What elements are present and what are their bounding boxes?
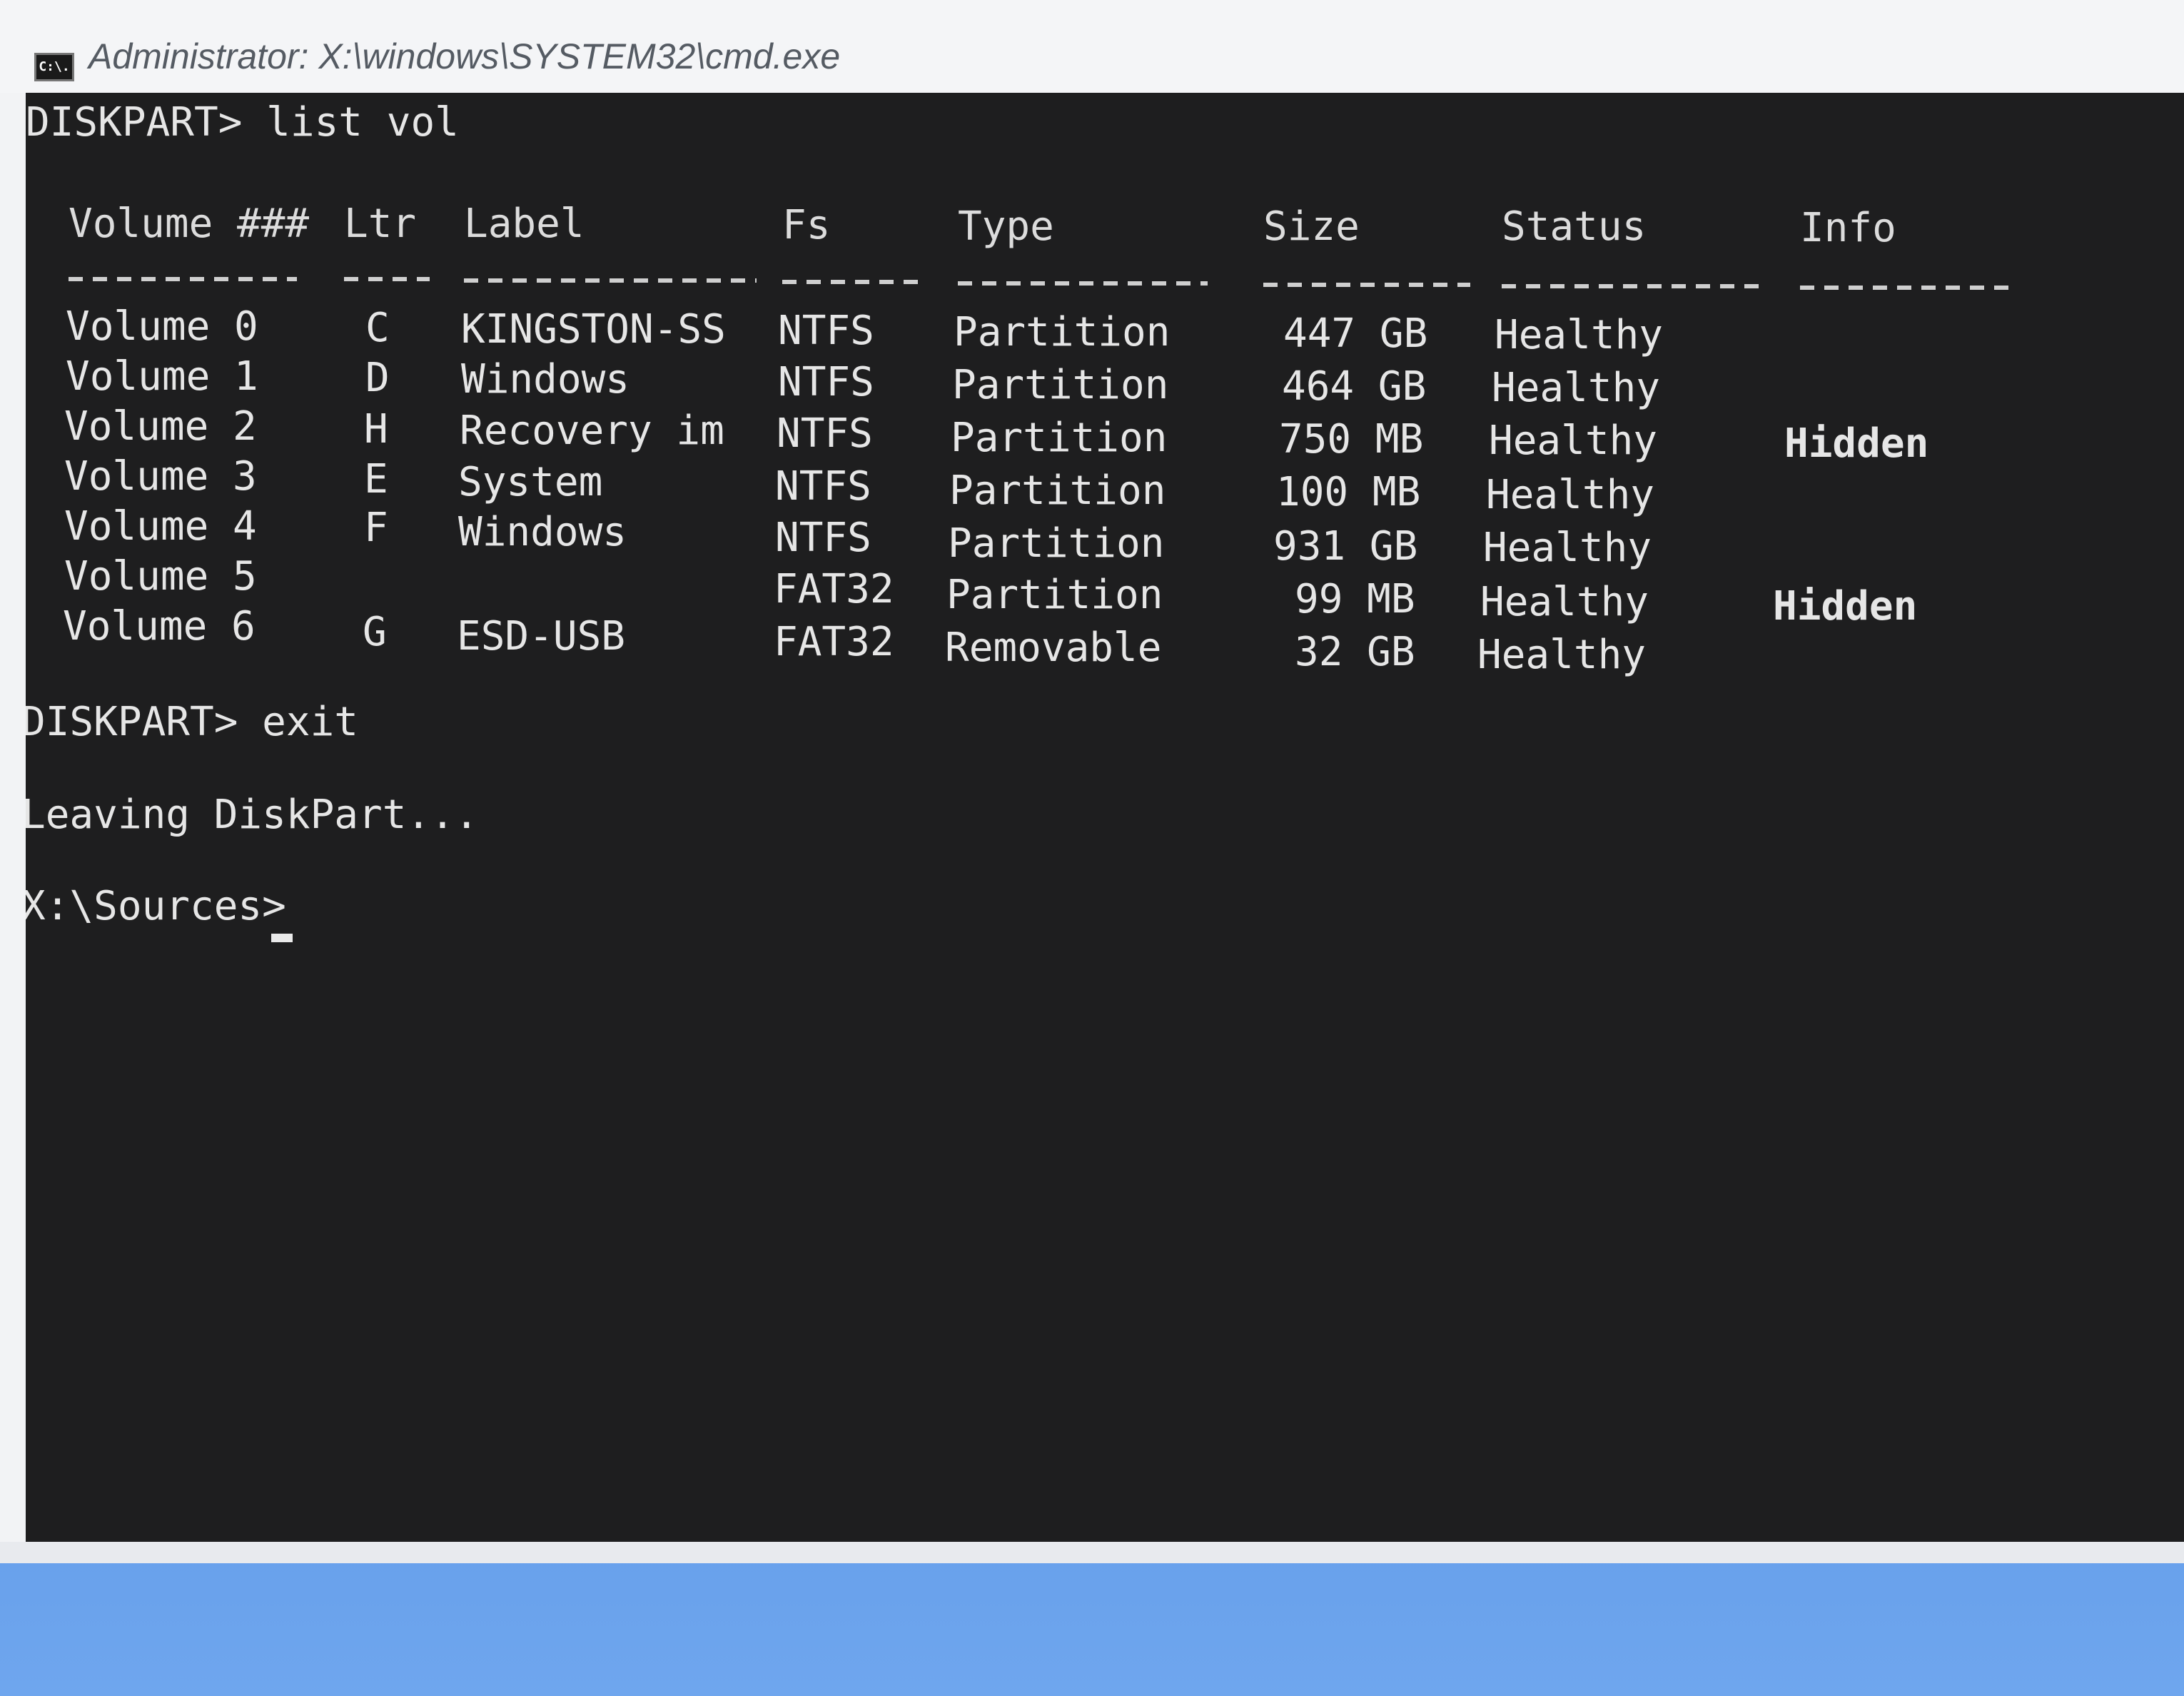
row6-type: Removable <box>945 625 1162 671</box>
row2-status: Healthy <box>1489 418 1658 464</box>
separator-status <box>1502 284 1766 288</box>
title-bar[interactable]: C:\. Administrator: X:\windows\SYSTEM32\… <box>0 0 2184 93</box>
row4-status: Healthy <box>1483 525 1652 571</box>
separator-volume <box>69 277 297 281</box>
row2-ltr: H <box>364 406 388 453</box>
header-status: Status <box>1502 203 1647 250</box>
separator-type <box>958 281 1208 286</box>
row6-status: Healthy <box>1477 632 1647 678</box>
row0-volume: Volume 0 <box>66 303 258 350</box>
console-output[interactable]: DISKPART> list vol Volume ### Ltr Label … <box>26 93 2184 1542</box>
row4-fs: NTFS <box>775 515 871 561</box>
row6-ltr: G <box>363 609 387 655</box>
screen: C:\. Administrator: X:\windows\SYSTEM32\… <box>0 0 2184 1696</box>
separator-label <box>464 278 757 283</box>
row0-ltr: C <box>365 305 390 351</box>
separator-ltr <box>344 277 430 281</box>
row3-label: System <box>458 459 603 505</box>
row0-status: Healthy <box>1495 312 1664 358</box>
row1-type: Partition <box>952 362 1169 408</box>
row0-label: KINGSTON-SS <box>461 306 726 353</box>
row6-size: 32 GB <box>1295 629 1415 675</box>
header-fs: Fs <box>782 202 831 248</box>
row5-type: Partition <box>946 572 1163 618</box>
header-type: Type <box>958 203 1054 250</box>
row3-ltr: E <box>364 456 388 503</box>
row1-size: 464 GB <box>1282 363 1427 410</box>
row5-volume: Volume 5 <box>64 553 257 600</box>
prompt: X:\Sources> <box>26 883 286 929</box>
row4-volume: Volume 4 <box>64 503 257 550</box>
header-label: Label <box>464 201 585 247</box>
row1-label: Windows <box>461 356 630 403</box>
header-ltr: Ltr <box>344 201 417 247</box>
row2-volume: Volume 2 <box>64 403 257 450</box>
command-list-vol: DISKPART> list vol <box>26 99 459 146</box>
separator-info <box>1800 286 2014 290</box>
row3-volume: Volume 3 <box>64 453 257 500</box>
row3-type: Partition <box>949 468 1166 514</box>
row5-fs: FAT32 <box>774 566 894 612</box>
row4-type: Partition <box>948 520 1165 567</box>
header-volume: Volume ### <box>69 201 310 247</box>
row0-fs: NTFS <box>778 308 874 354</box>
row2-size: 750 MB <box>1279 416 1424 463</box>
separator-size <box>1263 283 1470 287</box>
row4-label: Windows <box>458 509 627 555</box>
header-info: Info <box>1800 205 1896 251</box>
row2-label: Recovery im <box>460 408 724 454</box>
row4-ltr: F <box>364 505 388 551</box>
row3-status: Healthy <box>1486 472 1655 518</box>
row3-fs: NTFS <box>775 463 871 510</box>
separator-fs <box>782 280 925 284</box>
row1-volume: Volume 1 <box>66 353 258 400</box>
row3-size: 100 MB <box>1276 469 1421 515</box>
row4-size: 931 GB <box>1273 523 1418 570</box>
row2-info: Hidden <box>1784 420 1929 467</box>
row6-volume: Volume 6 <box>63 603 256 650</box>
cmd-window[interactable]: C:\. Administrator: X:\windows\SYSTEM32\… <box>0 0 2184 1563</box>
row5-status: Healthy <box>1480 579 1649 625</box>
row1-fs: NTFS <box>778 359 874 405</box>
row5-info: Hidden <box>1773 583 1918 630</box>
row1-status: Healthy <box>1492 365 1661 411</box>
row1-ltr: D <box>365 355 390 401</box>
window-bottom-border <box>0 1542 2184 1563</box>
leaving-message: Leaving DiskPart... <box>26 792 479 838</box>
window-title: Administrator: X:\windows\SYSTEM32\cmd.e… <box>89 36 841 76</box>
row0-size: 447 GB <box>1283 311 1428 357</box>
row0-type: Partition <box>954 309 1171 355</box>
row2-fs: NTFS <box>777 410 873 457</box>
row6-label: ESD-USB <box>457 613 626 660</box>
console-icon: C:\. <box>34 53 74 81</box>
text-cursor <box>271 934 293 942</box>
row2-type: Partition <box>951 415 1168 461</box>
row6-fs: FAT32 <box>774 619 894 665</box>
command-exit: DISKPART> exit <box>26 699 359 745</box>
row5-size: 99 MB <box>1295 576 1415 622</box>
header-size: Size <box>1263 203 1360 250</box>
